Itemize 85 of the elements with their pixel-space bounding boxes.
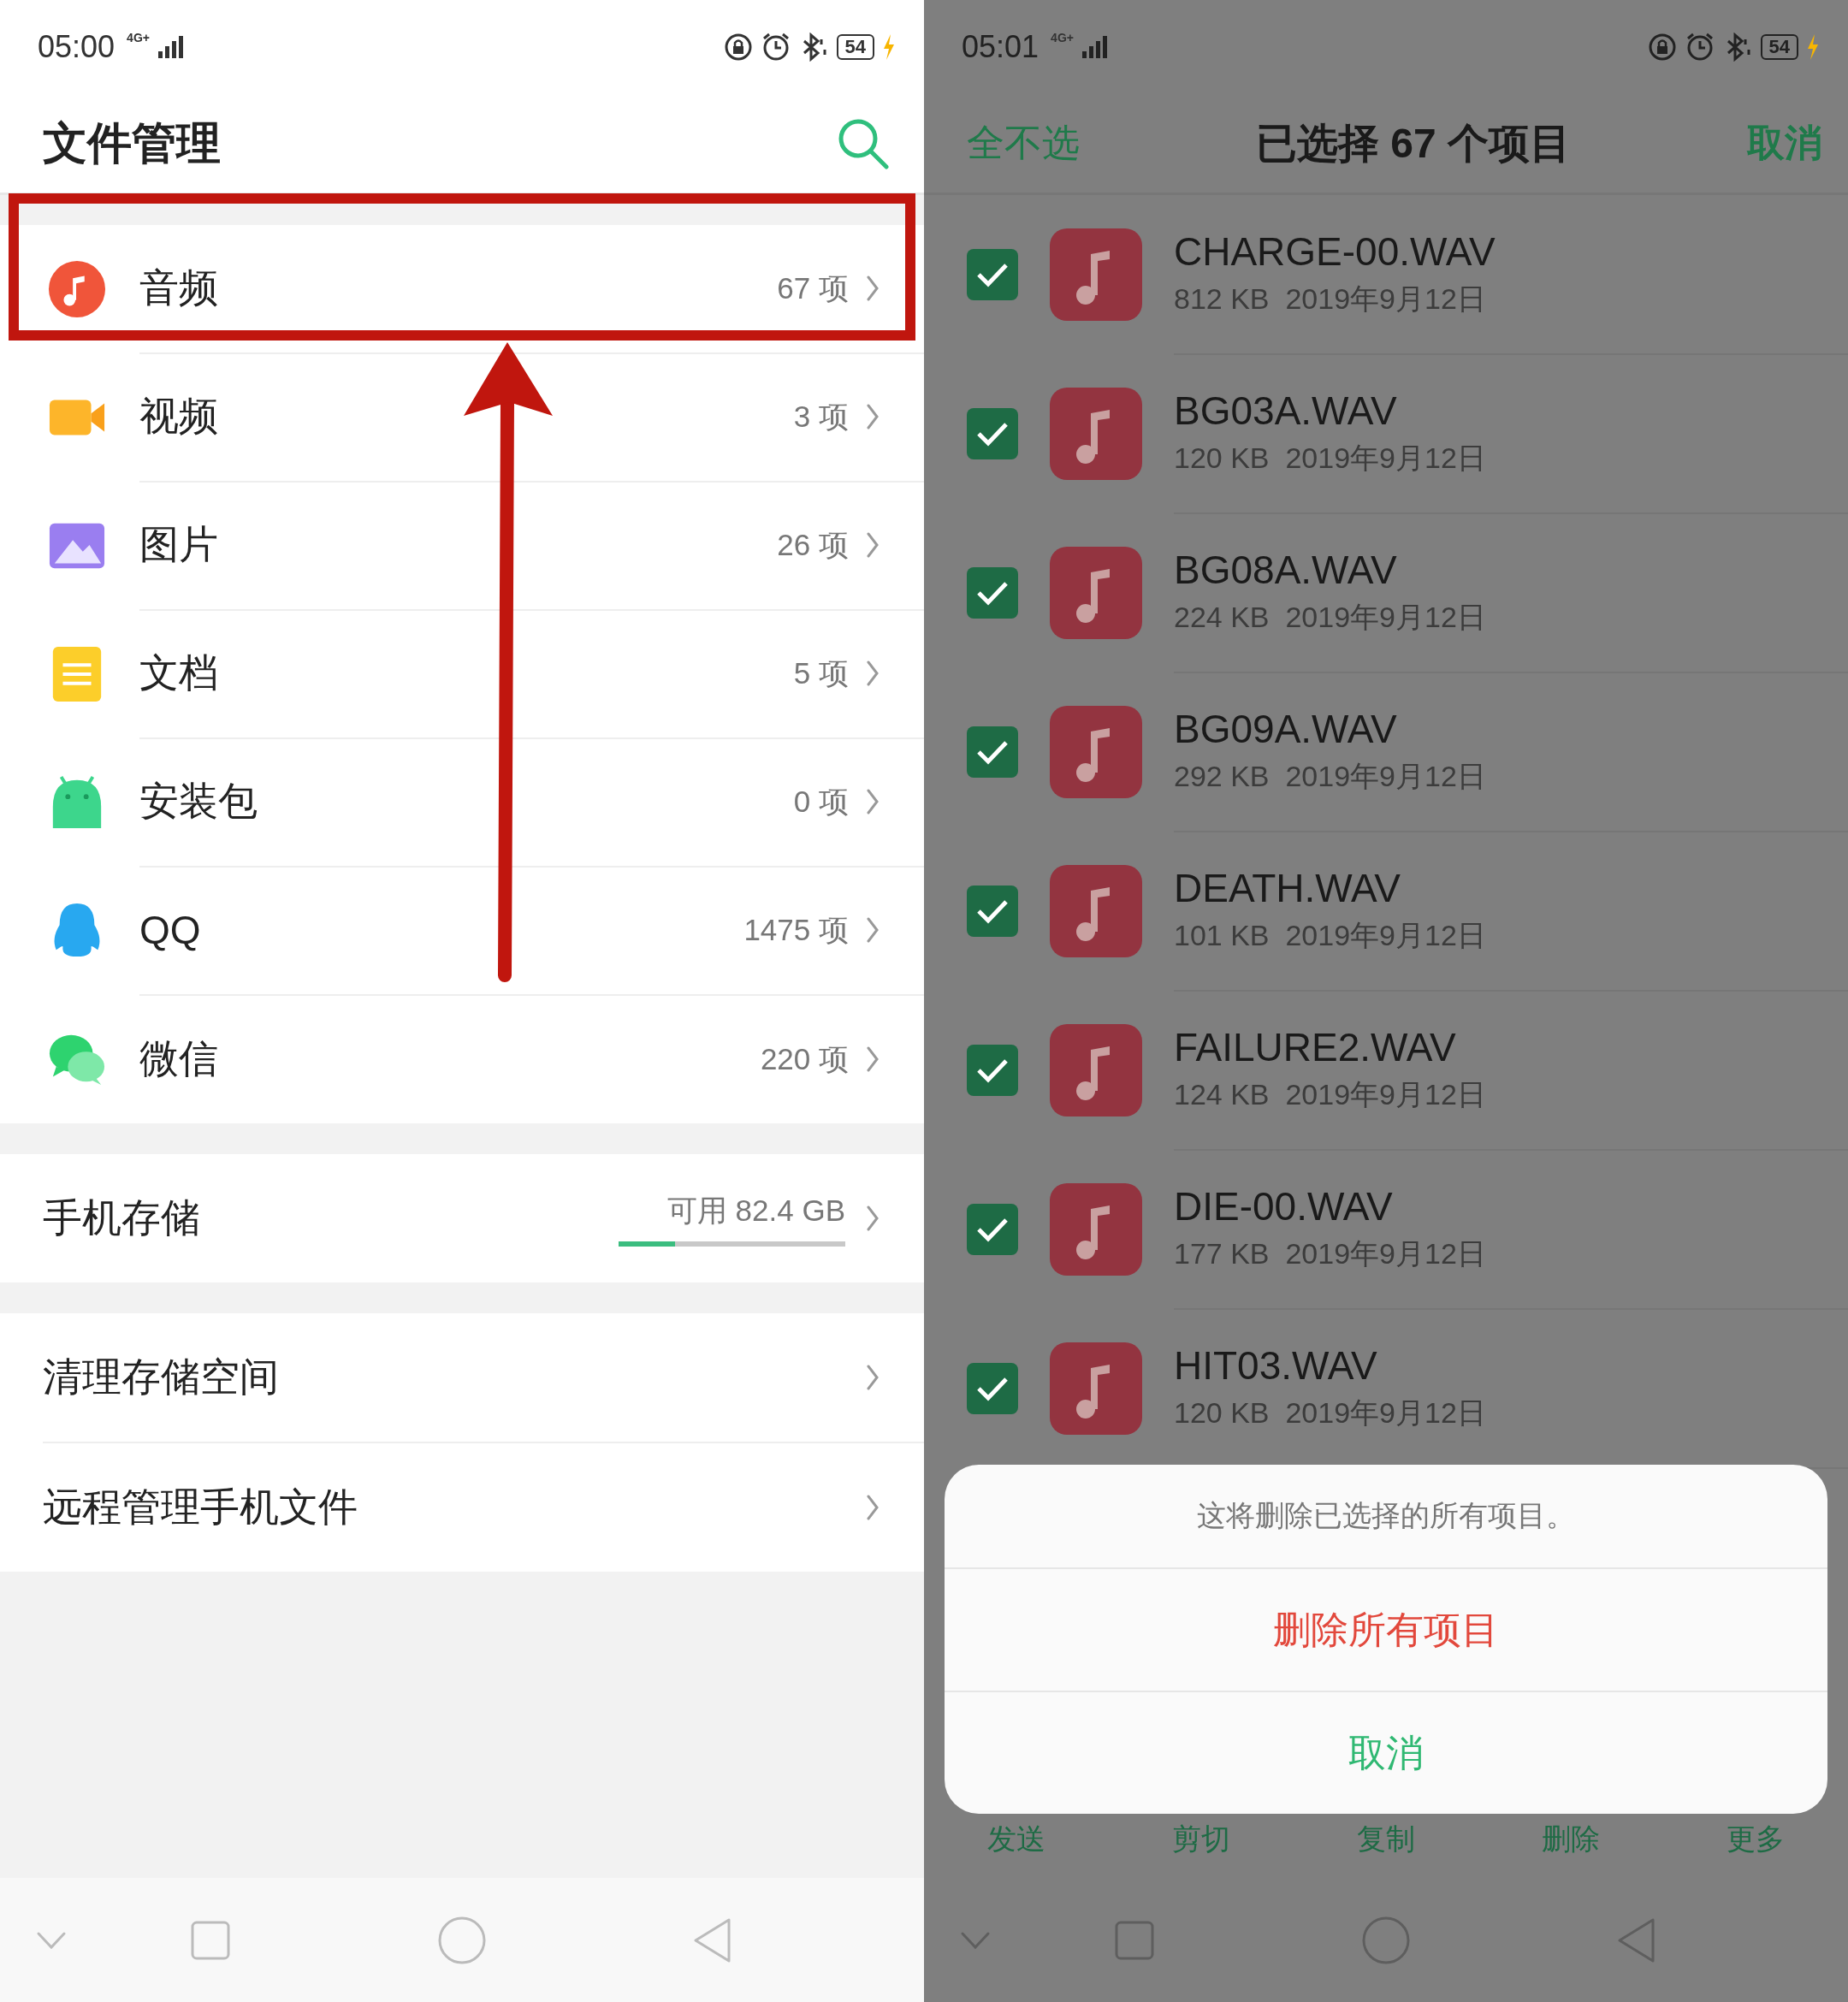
checkbox[interactable]: [967, 249, 1018, 300]
chevron-icon: [866, 275, 880, 302]
file-name: BG08A.WAV: [1174, 547, 1398, 593]
delete-all-button[interactable]: 删除所有项目: [945, 1569, 1827, 1692]
music-note-icon: [48, 260, 106, 318]
file-details: 812 KB 2019年9月12日: [1174, 281, 1487, 317]
network-type: 4G+: [127, 31, 150, 44]
battery-level: 54: [1760, 34, 1798, 60]
charging-bolt-icon: [883, 34, 895, 60]
checkbox[interactable]: [967, 886, 1018, 937]
status-time: 05:01: [962, 29, 1040, 65]
signal-icon: [1081, 36, 1108, 58]
collapse-icon[interactable]: [960, 1930, 991, 1950]
file-name: FAILURE2.WAV: [1174, 1024, 1457, 1070]
action-label[interactable]: 远程管理手机文件: [43, 1481, 866, 1534]
recents-icon[interactable]: [1115, 1920, 1154, 1960]
music-file-icon: [1050, 388, 1142, 480]
chevron-icon: [866, 916, 880, 944]
music-file-icon: [1050, 706, 1142, 798]
chevron-icon: [866, 403, 880, 430]
recents-icon[interactable]: [191, 1920, 230, 1960]
action-label[interactable]: 清理存储空间: [43, 1351, 866, 1404]
chevron-icon: [866, 1494, 880, 1521]
chevron-icon: [866, 1045, 880, 1073]
item-count: 67 项: [777, 270, 849, 306]
alarm-icon: [1685, 33, 1715, 62]
checkbox[interactable]: [967, 1204, 1018, 1255]
home-icon[interactable]: [438, 1916, 486, 1964]
item-count: 5 项: [793, 654, 849, 691]
item-count: 3 项: [793, 398, 849, 435]
free-space: 可用 82.4 GB: [666, 1192, 845, 1229]
file-details: 101 KB 2019年9月12日: [1174, 918, 1487, 953]
file-name: DEATH.WAV: [1174, 865, 1401, 911]
checkbox[interactable]: [967, 1045, 1018, 1096]
collapse-icon[interactable]: [36, 1930, 67, 1950]
music-file-icon: [1050, 1342, 1142, 1435]
music-file-icon: [1050, 865, 1142, 957]
alarm-icon: [761, 33, 791, 62]
music-file-icon: [1050, 1183, 1142, 1276]
item-count: 220 项: [760, 1040, 849, 1077]
file-details: 177 KB 2019年9月12日: [1174, 1236, 1487, 1271]
chevron-icon: [866, 788, 880, 815]
selection-title: 已选择 67 个项目: [1255, 119, 1572, 168]
network-type: 4G+: [1051, 31, 1074, 44]
item-count: 0 项: [793, 783, 849, 820]
status-time: 05:00: [38, 29, 116, 65]
item-count: 1475 项: [743, 911, 849, 948]
file-details: 124 KB 2019年9月12日: [1174, 1077, 1487, 1112]
category-label[interactable]: 视频: [139, 390, 794, 443]
checkbox[interactable]: [967, 726, 1018, 778]
rotation-lock-icon: [723, 33, 753, 62]
music-file-icon: [1050, 547, 1142, 639]
category-label[interactable]: 文档: [139, 647, 794, 700]
storage-label[interactable]: 手机存储: [43, 1192, 619, 1245]
music-file-icon: [1050, 1024, 1142, 1116]
signal-icon: [157, 36, 184, 58]
charging-bolt-icon: [1807, 34, 1819, 60]
category-label[interactable]: 图片: [139, 518, 778, 572]
file-name: HIT03.WAV: [1174, 1342, 1378, 1389]
file-details: 292 KB 2019年9月12日: [1174, 759, 1487, 794]
battery-level: 54: [836, 34, 874, 60]
file-name: DIE-00.WAV: [1174, 1183, 1394, 1229]
file-details: 120 KB 2019年9月12日: [1174, 441, 1487, 476]
file-name: BG09A.WAV: [1174, 706, 1398, 752]
chevron-icon: [866, 531, 880, 559]
category-label[interactable]: QQ: [139, 907, 744, 953]
checkbox[interactable]: [967, 1363, 1018, 1414]
music-file-icon: [1050, 228, 1142, 321]
file-details: 224 KB 2019年9月12日: [1174, 600, 1487, 635]
chevron-icon: [866, 660, 880, 687]
category-label[interactable]: 音频: [139, 262, 778, 315]
item-count: 26 项: [777, 526, 849, 563]
checkbox[interactable]: [967, 408, 1018, 459]
dialog-message: 这将删除已选择的所有项目。: [945, 1465, 1827, 1569]
checkbox[interactable]: [967, 567, 1018, 619]
chevron-icon: [866, 1205, 880, 1232]
rotation-lock-icon: [1647, 33, 1677, 62]
file-details: 120 KB 2019年9月12日: [1174, 1395, 1487, 1430]
file-name: CHARGE-00.WAV: [1174, 228, 1496, 275]
chevron-icon: [866, 1364, 880, 1391]
category-label[interactable]: 微信: [139, 1033, 761, 1086]
file-name: BG03A.WAV: [1174, 388, 1398, 434]
app-title: 文件管理: [43, 116, 222, 169]
home-icon[interactable]: [1362, 1916, 1410, 1964]
category-label[interactable]: 安装包: [139, 775, 794, 828]
